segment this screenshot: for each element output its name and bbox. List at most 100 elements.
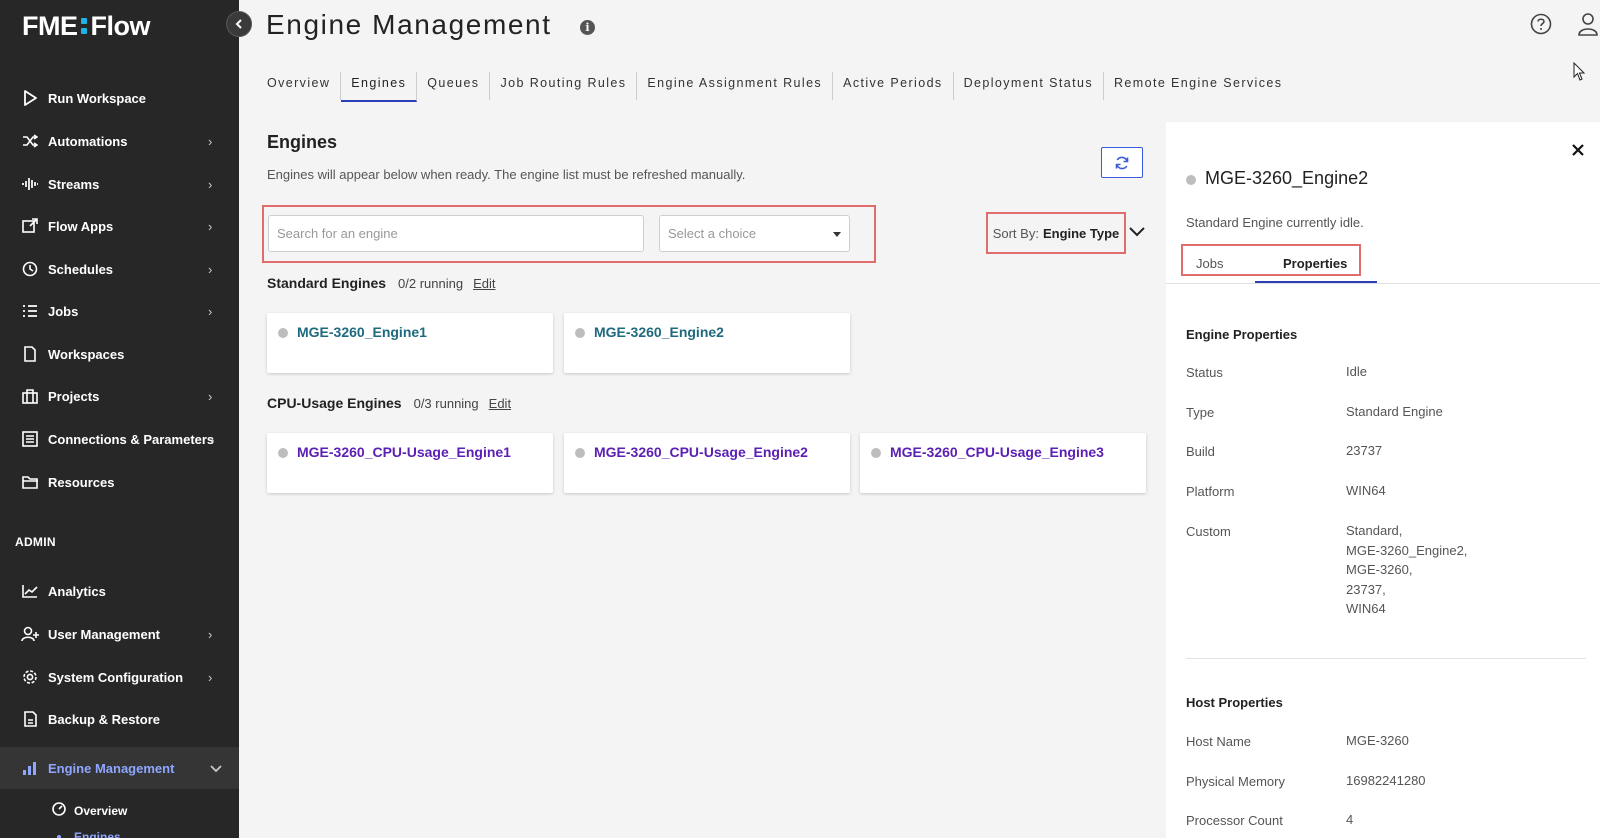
page-title: Engine Management [266,9,552,40]
sidebar-item-automations[interactable]: Automations › [0,121,239,161]
sidebar-item-label: Flow Apps [48,218,114,234]
tab-engines[interactable]: Engines [341,72,418,102]
prop-label-status: Status [1186,365,1223,380]
engine-status-dot [278,328,288,338]
automations-icon [21,132,39,150]
tab-properties[interactable]: Properties [1283,256,1347,271]
group-title: Standard Engines [267,275,387,291]
flow-apps-icon [21,217,39,235]
sidebar-item-label: Resources [48,474,115,490]
sidebar-subitem-engines[interactable]: Engines [52,826,121,838]
sidebar-item-label: User Management [48,626,160,642]
prop-label-host-name: Host Name [1186,734,1252,749]
engine-status-dot [575,448,585,458]
engine-properties-title: Engine Properties [1186,327,1298,342]
info-icon[interactable]: i [580,20,595,35]
sort-value: Engine Type [1042,225,1120,241]
sidebar-item-analytics[interactable]: Analytics [0,571,239,611]
engine-name: MGE-3260_CPU-Usage_Engine2 [594,444,808,460]
document-icon [21,345,39,363]
tab-active-periods[interactable]: Active Periods [833,72,954,100]
sidebar-item-resources[interactable]: Resources [0,462,239,502]
prop-value-processor-count: 4 [1346,812,1354,827]
user-account-icon[interactable] [1577,12,1599,36]
group-edit-link[interactable]: Edit [489,396,511,411]
close-icon[interactable] [1571,143,1585,157]
engine-status-dot [278,448,288,458]
engine-name: MGE-3260_Engine2 [594,324,724,340]
sidebar-item-label: Backup & Restore [48,711,160,727]
engines-heading: Engines [267,132,338,152]
engine-card[interactable]: MGE-3260_Engine2 [564,313,850,373]
user-add-icon [21,625,39,643]
group-running-count: 0/3 running [413,396,479,411]
sidebar-subitem-label: Overview [74,804,128,818]
prop-value-build: 23737 [1346,443,1383,458]
sidebar-item-workspaces[interactable]: Workspaces [0,334,239,374]
chevron-right-icon: › [208,261,213,277]
refresh-button[interactable] [1101,147,1143,178]
sidebar-item-projects[interactable]: Projects › [0,376,239,416]
chevron-down-icon[interactable] [1128,225,1146,239]
chevron-right-icon: › [208,388,213,404]
group-edit-link[interactable]: Edit [473,276,495,291]
engine-filter-select[interactable]: Select a choice [659,215,850,252]
engine-status-dot [871,448,881,458]
sidebar-item-user-management[interactable]: User Management › [0,614,239,654]
tab-deployment-status[interactable]: Deployment Status [954,72,1104,100]
sort-by-control[interactable]: Sort By: Engine Type [986,212,1126,254]
chevron-right-icon: › [208,176,213,192]
sidebar-item-flow-apps[interactable]: Flow Apps › [0,206,239,246]
tab-engine-assignment-rules[interactable]: Engine Assignment Rules [637,72,834,100]
sidebar-item-label: System Configuration [48,669,184,685]
engine-card[interactable]: MGE-3260_CPU-Usage_Engine1 [267,433,553,493]
sidebar-item-backup-restore[interactable]: Backup & Restore [0,699,239,739]
refresh-icon [1115,156,1129,169]
sidebar-item-label: Connections & Parameters [48,431,215,447]
sidebar-item-label: Run Workspace [48,90,147,106]
prop-value-type: Standard Engine [1346,404,1443,419]
tab-remote-engine-services[interactable]: Remote Engine Services [1104,72,1292,100]
tab-queues[interactable]: Queues [417,72,491,100]
fme-flow-logo[interactable]: FME Flow [22,11,150,41]
sidebar-item-label: Workspaces [48,346,125,362]
sidebar-item-system-configuration[interactable]: System Configuration › [0,657,239,697]
engine-search-input[interactable] [268,215,644,252]
sidebar-item-run-workspace[interactable]: Run Workspace [0,78,239,118]
active-tab-indicator [1255,281,1377,283]
tab-jobs[interactable]: Jobs [1196,256,1223,271]
sidebar-item-jobs[interactable]: Jobs › [0,291,239,331]
connections-icon [21,430,39,448]
sidebar-collapse-button[interactable] [226,11,252,37]
prop-label-platform: Platform [1186,484,1235,499]
sidebar-item-connections-parameters[interactable]: Connections & Parameters › [0,419,239,459]
sidebar-item-label: Projects [48,388,100,404]
prop-value-status: Idle [1346,364,1367,379]
sidebar-item-streams[interactable]: Streams › [0,164,239,204]
engine-card[interactable]: MGE-3260_CPU-Usage_Engine2 [564,433,850,493]
engine-management-tabs: Overview Engines Queues Job Routing Rule… [266,72,1292,102]
select-placeholder: Select a choice [668,226,757,241]
dashboard-icon [52,801,66,821]
sidebar-item-engine-management[interactable]: Engine Management [0,747,239,789]
custom-value-line: Standard, [1346,523,1403,538]
chevron-right-icon: › [210,431,215,447]
chevron-right-icon: › [208,303,213,319]
tab-job-routing-rules[interactable]: Job Routing Rules [490,72,638,100]
sidebar-subitem-overview[interactable]: Overview [52,800,127,822]
sort-label: Sort By: [992,225,1039,241]
sidebar-item-label: Automations [48,133,128,149]
sidebar: FME Flow Run Workspace Automations › Str… [0,0,239,838]
chevron-right-icon: › [208,133,213,149]
chart-icon [21,582,39,600]
logo-text-flow: Flow [90,10,151,41]
sidebar-item-label: Engine Management [48,760,175,776]
detail-tabs-divider [1166,283,1600,284]
sidebar-item-schedules[interactable]: Schedules › [0,249,239,289]
tab-overview[interactable]: Overview [266,72,342,100]
engine-card[interactable]: MGE-3260_CPU-Usage_Engine3 [860,433,1146,493]
backup-icon [21,710,39,728]
sidebar-subitem-label: Engines [74,830,121,838]
engine-card[interactable]: MGE-3260_Engine1 [267,313,553,373]
help-icon[interactable] [1530,13,1552,35]
